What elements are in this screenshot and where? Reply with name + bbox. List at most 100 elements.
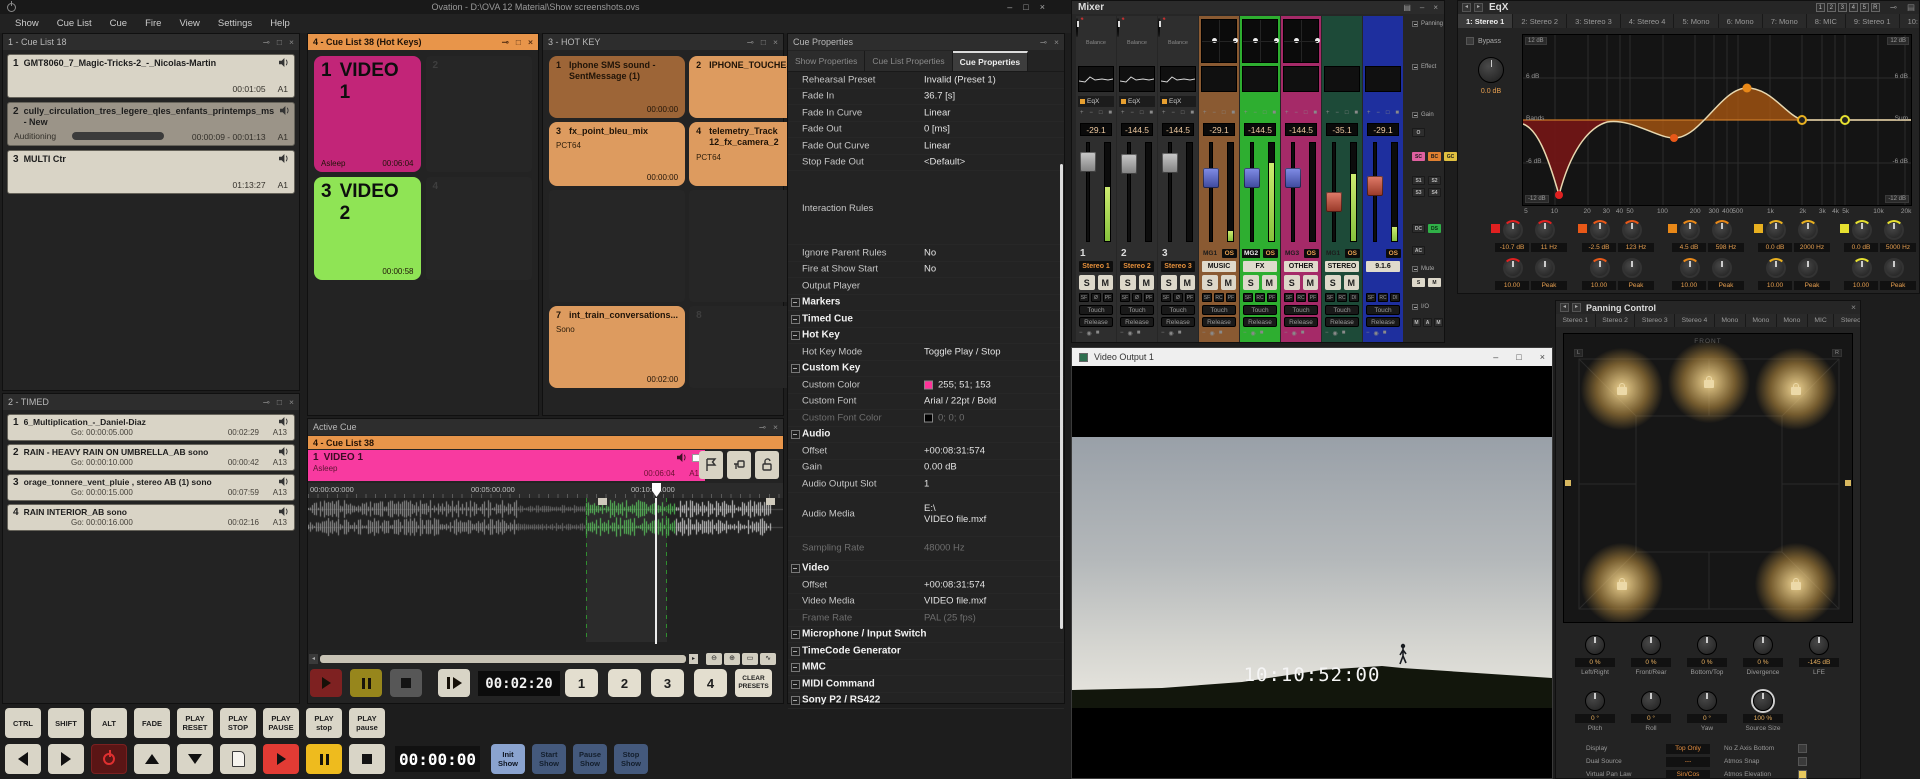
- property-row[interactable]: Timed Cue: [788, 311, 1064, 328]
- remove-icon[interactable]: −: [1089, 110, 1093, 116]
- active-cue-bar[interactable]: 1 VIDEO 1 Asleep 00:06:04 A1: [308, 450, 705, 481]
- strip-mini-button[interactable]: RC: [1214, 293, 1224, 302]
- eqx-channel-tab[interactable]: 9: Stereo 1: [1846, 14, 1900, 28]
- property-row[interactable]: Hot Key Mode Toggle Play / Stop: [788, 344, 1064, 361]
- release-button[interactable]: Release: [1120, 317, 1154, 327]
- band-type-value[interactable]: Peak: [1708, 281, 1744, 290]
- eqx-preset-button[interactable]: 5: [1860, 3, 1869, 12]
- fade-boundary-line[interactable]: [666, 498, 667, 642]
- timed-cue-item[interactable]: 3 orage_tonnere_vent_pluie , stereo AB (…: [7, 474, 295, 501]
- property-row[interactable]: MMC: [788, 660, 1064, 677]
- pan-knob-value[interactable]: 0 °: [1687, 714, 1727, 723]
- band-q-value[interactable]: 10.00: [1844, 281, 1878, 290]
- hotkey-tile[interactable]: 7 int_train_conversations... Sono 00:02:…: [549, 306, 685, 388]
- pan-knob-value[interactable]: 0 %: [1743, 658, 1783, 667]
- property-value[interactable]: 0.00 dB: [924, 462, 957, 473]
- property-row[interactable]: Frame Rate PAL (25 fps): [788, 610, 1064, 627]
- pan-knob-value[interactable]: 0 °: [1575, 714, 1615, 723]
- strip-mini-button[interactable]: RC: [1296, 293, 1306, 302]
- band-type-knob[interactable]: [1622, 258, 1642, 278]
- eq-mini-display[interactable]: [1078, 66, 1114, 92]
- minus-icon[interactable]: −: [1161, 330, 1165, 337]
- band-freq-value[interactable]: 2000 Hz: [1794, 243, 1830, 252]
- box-filled-icon[interactable]: ■: [1395, 110, 1399, 116]
- waveform-zoom-icon[interactable]: ∿: [760, 653, 776, 665]
- remove-icon[interactable]: −: [1253, 110, 1257, 116]
- cue-item[interactable]: 2 cully_circulation_tres_legere_qles_enf…: [7, 102, 295, 146]
- lock-icon[interactable]: [1791, 387, 1801, 395]
- cue-item[interactable]: 1 GMT8060_7_Magic-Tricks-2_-_Nicolas-Mar…: [7, 54, 295, 98]
- gain-value-display[interactable]: -144.5: [1162, 123, 1194, 136]
- mute-button[interactable]: M: [1262, 275, 1278, 290]
- solo-group-button[interactable]: S3: [1412, 188, 1425, 197]
- monitor-icon[interactable]: ◉: [1333, 330, 1338, 337]
- property-row[interactable]: Ignore Parent Rules No: [788, 245, 1064, 262]
- strip-mini-button[interactable]: RC: [1378, 293, 1388, 302]
- band-enable-button[interactable]: [1840, 224, 1849, 233]
- monitor-icon[interactable]: ◉: [1251, 330, 1256, 337]
- menu-item[interactable]: Cue List: [48, 18, 101, 29]
- property-value[interactable]: 48000 Hz: [924, 543, 965, 554]
- preset-button[interactable]: 3: [651, 669, 684, 697]
- hotkey-tile[interactable]: 4: [426, 177, 533, 280]
- group-chip[interactable]: SC: [1412, 152, 1425, 161]
- property-row[interactable]: TimeCode Generator: [788, 643, 1064, 660]
- global-pause-button[interactable]: [306, 744, 342, 774]
- strip-mini-button[interactable]: RC: [1255, 293, 1265, 302]
- box-icon[interactable]: □: [1263, 110, 1267, 116]
- channel-name[interactable]: STEREO: [1325, 261, 1359, 272]
- strip-mini-button[interactable]: SF: [1161, 293, 1171, 302]
- global-play-button[interactable]: [263, 744, 299, 774]
- band-gain-value[interactable]: 0.0 dB: [1758, 243, 1792, 252]
- minus-icon[interactable]: −: [1366, 330, 1370, 337]
- scroll-left-button[interactable]: ◂: [309, 654, 318, 664]
- pin-icon[interactable]: ⊸: [263, 398, 270, 407]
- remove-icon[interactable]: −: [1171, 110, 1175, 116]
- band-q-knob[interactable]: [1590, 258, 1610, 278]
- strip-mini-button[interactable]: PF: [1185, 293, 1195, 302]
- hotkey-tile[interactable]: 3 fx_point_bleu_mix PCT64 00:00:00: [549, 122, 685, 186]
- collapse-icon[interactable]: [1412, 266, 1418, 272]
- remove-icon[interactable]: −: [1294, 110, 1298, 116]
- panning-channel-tab[interactable]: Stereo 3: [1635, 314, 1675, 327]
- maximize-icon[interactable]: □: [1023, 2, 1028, 12]
- box-filled-icon[interactable]: ■: [1231, 110, 1235, 116]
- strip-mini-button[interactable]: SF: [1202, 293, 1212, 302]
- property-row[interactable]: Fade In Curve Linear: [788, 105, 1064, 122]
- o-button[interactable]: O: [1412, 128, 1425, 137]
- release-button[interactable]: Release: [1243, 317, 1277, 327]
- close-icon[interactable]: ×: [528, 38, 533, 47]
- panic-power-button[interactable]: [91, 744, 127, 774]
- band-freq-knob[interactable]: [1712, 220, 1732, 240]
- touch-button[interactable]: Touch: [1202, 305, 1236, 315]
- close-icon[interactable]: ×: [773, 423, 778, 432]
- move-down-button[interactable]: [177, 744, 213, 774]
- box-filled-icon[interactable]: ■: [1149, 110, 1153, 116]
- io-button[interactable]: M: [1412, 318, 1421, 327]
- ds-button[interactable]: DS: [1428, 224, 1441, 233]
- collapse-icon[interactable]: [1412, 112, 1418, 118]
- preset-button[interactable]: 1: [565, 669, 598, 697]
- band-gain-knob[interactable]: [1852, 220, 1872, 240]
- minus-icon[interactable]: −: [1120, 330, 1124, 337]
- band-gain-value[interactable]: 4.5 dB: [1672, 243, 1706, 252]
- eqx-channel-tab[interactable]: 3: Stereo 3: [1567, 14, 1621, 28]
- insert-slot[interactable]: EqX: [1119, 96, 1155, 107]
- menu-icon[interactable]: ▤: [1907, 3, 1915, 12]
- key-button[interactable]: PLAY PAUSE: [263, 708, 299, 738]
- speaker-icon[interactable]: [278, 417, 289, 426]
- lock-icon[interactable]: [1704, 380, 1714, 388]
- band-gain-knob[interactable]: [1503, 220, 1523, 240]
- box-filled-icon[interactable]: ■: [1108, 110, 1112, 116]
- pan-knob[interactable]: [1809, 635, 1829, 655]
- band-q-knob[interactable]: [1503, 258, 1523, 278]
- remove-icon[interactable]: −: [1335, 110, 1339, 116]
- property-value[interactable]: Invalid (Preset 1): [924, 74, 996, 85]
- strip-mini-button[interactable]: SF: [1120, 293, 1130, 302]
- eq-graph[interactable]: 12 dB 12 dB 6 dB 6 dB Bands Sum -6 dB -6…: [1522, 34, 1912, 206]
- zoom-fit-icon[interactable]: ▭: [742, 653, 758, 665]
- mute-button[interactable]: M: [1303, 275, 1319, 290]
- panning-channel-tab[interactable]: Mono: [1746, 314, 1777, 327]
- solo-button[interactable]: S: [1079, 275, 1095, 290]
- eq-mini-display[interactable]: [1201, 66, 1237, 92]
